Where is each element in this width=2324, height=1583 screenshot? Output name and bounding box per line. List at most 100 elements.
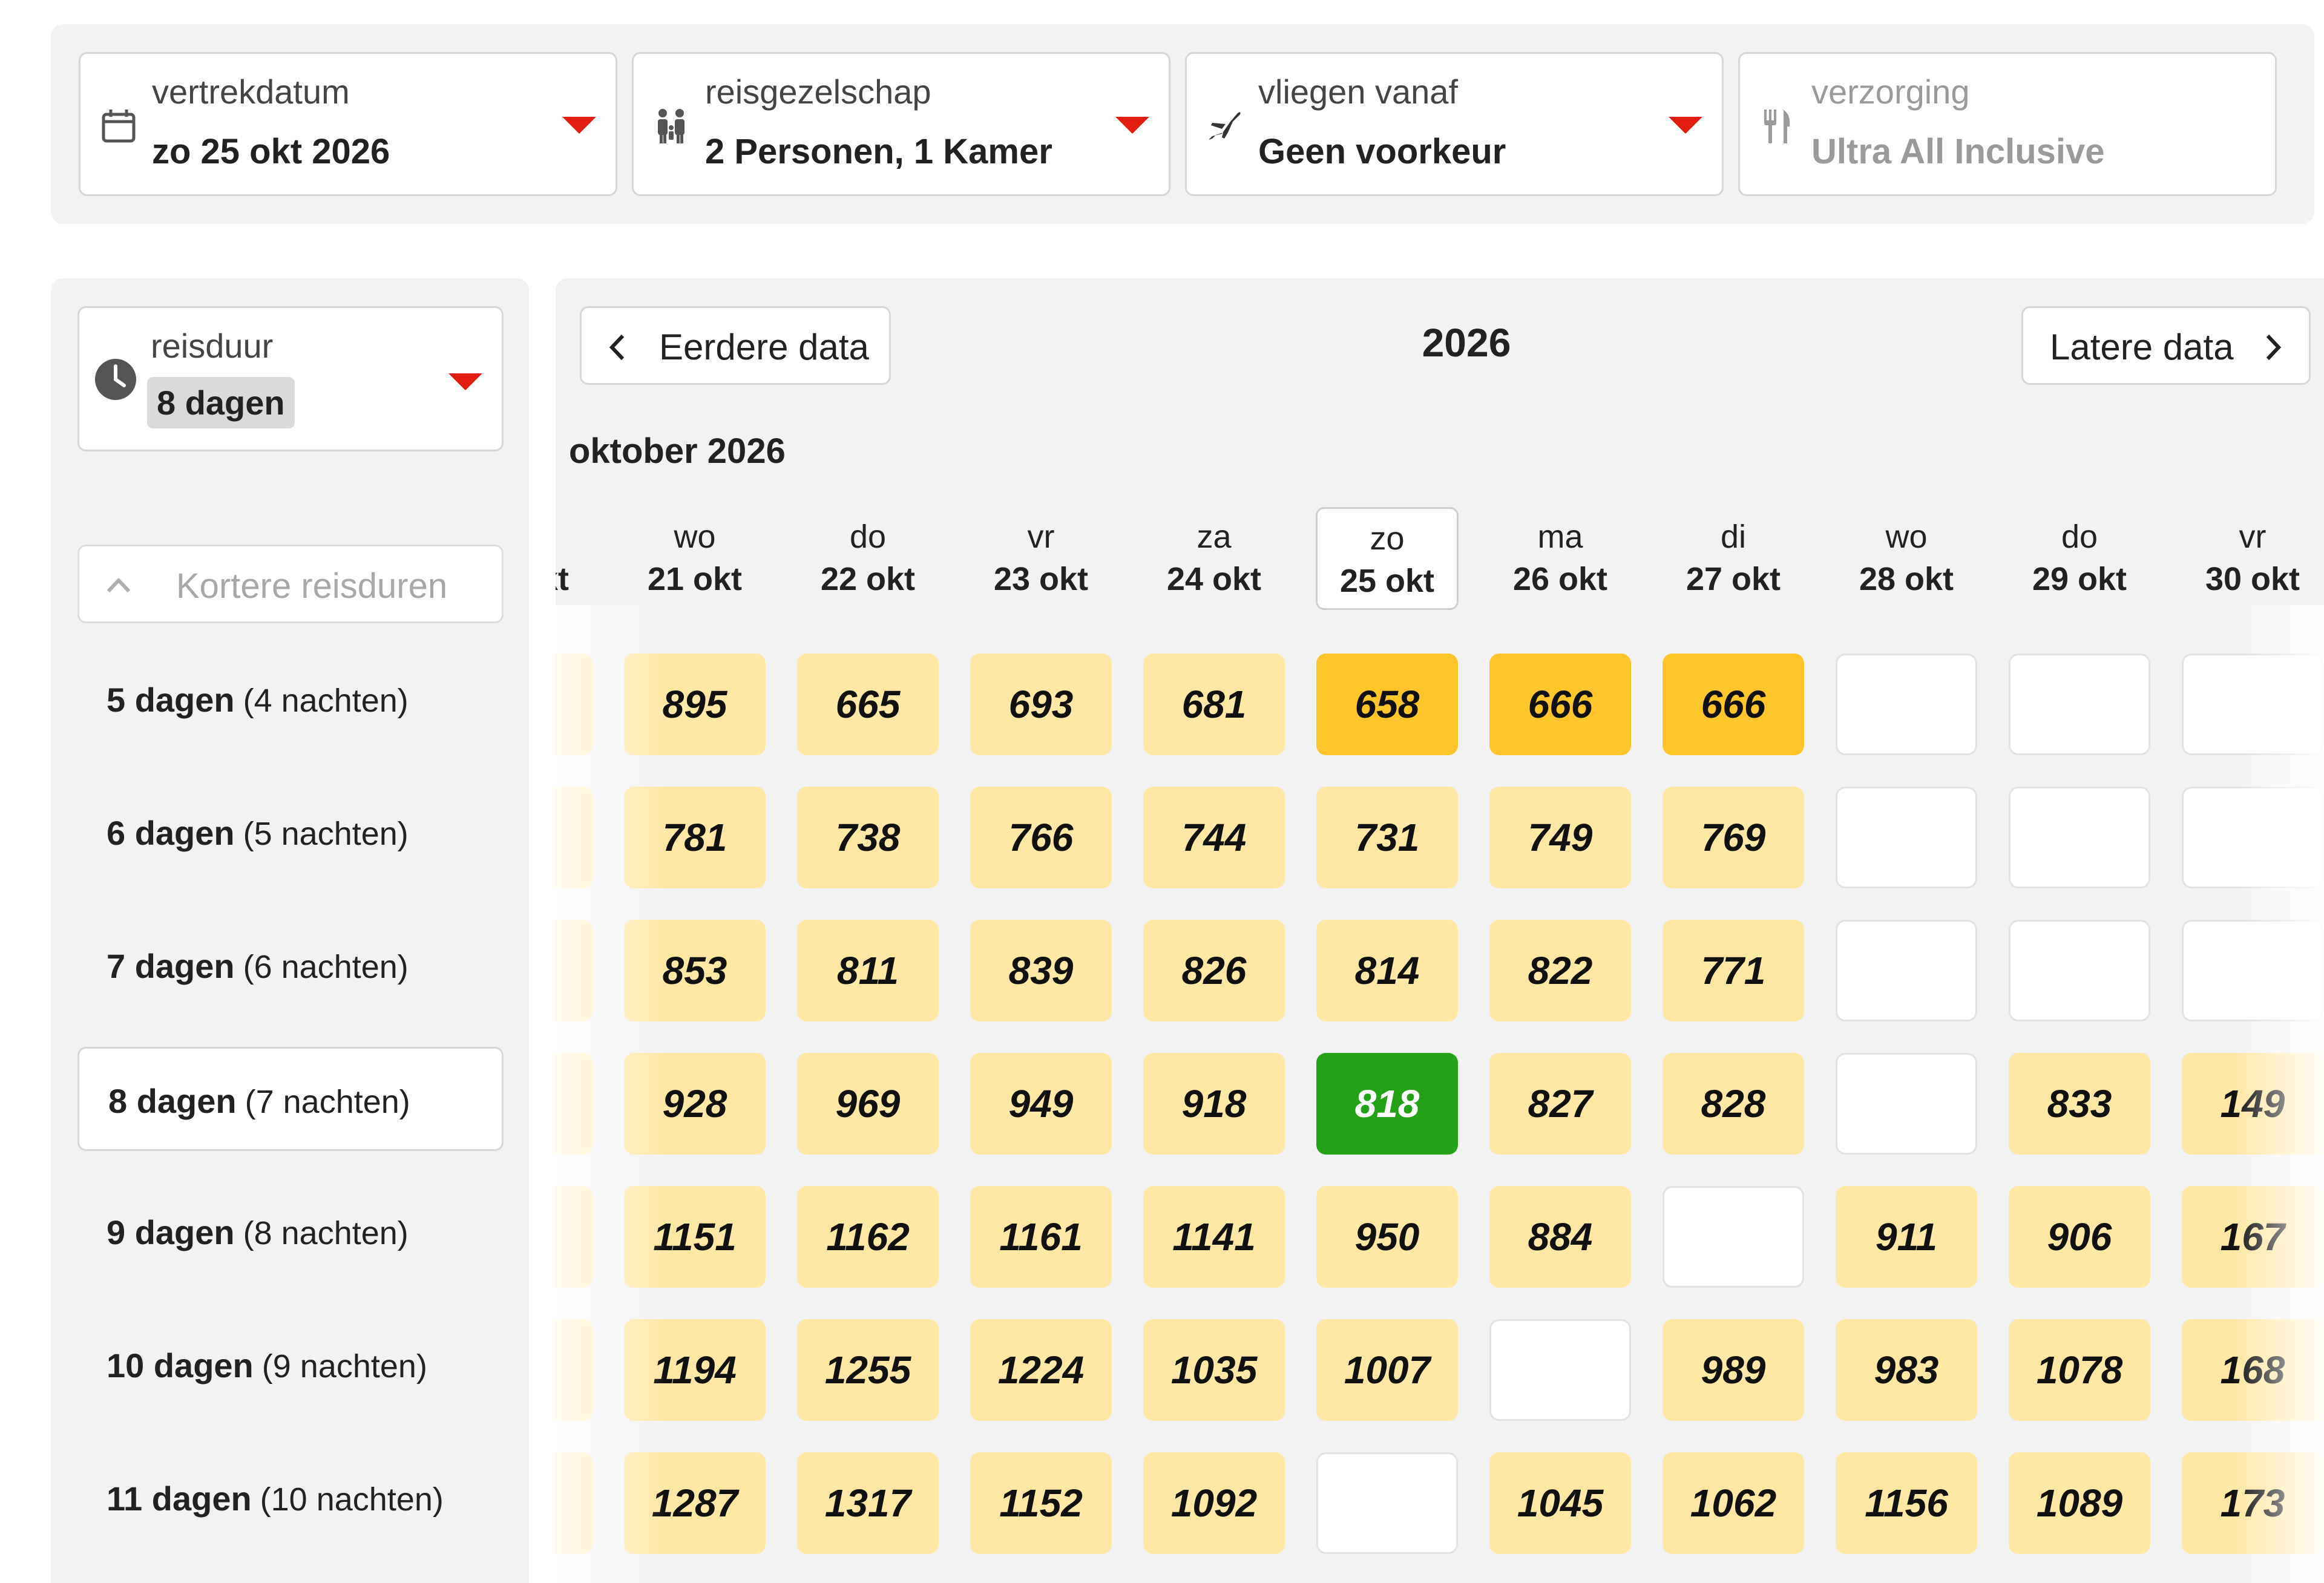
later-dates-label: Latere data <box>2050 327 2234 367</box>
price-cell[interactable]: 666 <box>1663 654 1804 755</box>
price-cell[interactable]: 666 <box>1489 654 1631 755</box>
board-type-select[interactable]: verzorging Ultra All Inclusive <box>1738 52 2277 196</box>
price-cell[interactable]: 35 <box>556 1186 592 1288</box>
day-column-header[interactable]: vr 30 okt <box>2181 507 2324 610</box>
price-cell[interactable]: 833 <box>2009 1053 2150 1155</box>
duration-days: 9 dagen <box>107 1213 235 1251</box>
price-cell[interactable]: 731 <box>1316 787 1458 888</box>
plane-icon <box>1209 112 1241 140</box>
price-cell[interactable]: 1092 <box>1143 1452 1285 1554</box>
calendar-icon <box>102 110 136 143</box>
departure-date-value: zo 25 okt 2026 <box>152 132 390 171</box>
price-cell[interactable]: 1224 <box>970 1319 1112 1421</box>
price-cell[interactable]: 39 <box>556 1053 592 1155</box>
price-cell[interactable]: 1007 <box>1316 1319 1458 1421</box>
price-cell[interactable]: 81 <box>556 787 592 888</box>
day-column-header[interactable]: wo 21 okt <box>623 507 766 610</box>
price-cell[interactable]: 818 <box>1316 1053 1458 1155</box>
price-cell[interactable]: 1255 <box>797 1319 939 1421</box>
date-label: 20 okt <box>556 561 570 597</box>
price-cell[interactable]: 665 <box>797 654 939 755</box>
duration-option[interactable]: 10 dagen (9 nachten) <box>77 1313 504 1417</box>
later-dates-button[interactable]: Latere data <box>2021 306 2311 385</box>
price-cell[interactable]: 1141 <box>1143 1186 1285 1288</box>
price-cell[interactable]: 983 <box>1836 1319 1977 1421</box>
price-cell[interactable]: 911 <box>1836 1186 1977 1288</box>
price-cell[interactable]: 771 <box>1663 920 1804 1021</box>
price-cell[interactable]: 826 <box>1143 920 1285 1021</box>
chevron-down-icon <box>448 373 482 390</box>
price-cell[interactable]: 1151 <box>624 1186 766 1288</box>
price-cell[interactable]: 1317 <box>797 1452 939 1554</box>
price-cell[interactable]: 827 <box>1489 1053 1631 1155</box>
price-cell[interactable]: 693 <box>970 654 1112 755</box>
price-cell[interactable]: 1194 <box>624 1319 766 1421</box>
duration-option[interactable]: 7 dagen (6 nachten) <box>77 914 504 1018</box>
price-cell[interactable]: 906 <box>2009 1186 2150 1288</box>
price-cell[interactable]: 766 <box>970 787 1112 888</box>
earlier-dates-button[interactable]: Eerdere data <box>580 306 891 385</box>
weekday-label: di <box>1720 519 1747 555</box>
price-cell[interactable]: 658 <box>1316 654 1458 755</box>
price-cell[interactable]: 749 <box>1489 787 1631 888</box>
shorter-durations-button[interactable]: Kortere reisduren <box>77 545 504 623</box>
price-cell[interactable]: 1287 <box>624 1452 766 1554</box>
price-cell[interactable]: 57 <box>556 1452 592 1554</box>
duration-option[interactable]: 11 dagen (10 nachten) <box>77 1446 504 1550</box>
price-cell[interactable]: 781 <box>624 787 766 888</box>
duration-option[interactable]: 6 dagen (5 nachten) <box>77 781 504 885</box>
price-cell[interactable]: 895 <box>624 654 766 755</box>
price-cell[interactable]: 744 <box>1143 787 1285 888</box>
price-cell[interactable]: 76 <box>556 920 592 1021</box>
price-cell[interactable]: 918 <box>1143 1053 1285 1155</box>
price-cell[interactable]: 1045 <box>1489 1452 1631 1554</box>
price-cell[interactable]: 1152 <box>970 1452 1112 1554</box>
price-calendar: Eerdere data 2026 Latere data oktober 20… <box>556 278 2324 1583</box>
price-cell[interactable]: 928 <box>624 1053 766 1155</box>
departure-airport-select[interactable]: vliegen vanaf Geen voorkeur <box>1185 52 1724 196</box>
duration-option[interactable]: 9 dagen (8 nachten) <box>77 1180 504 1284</box>
price-cell[interactable]: 822 <box>1489 920 1631 1021</box>
price-cell[interactable]: 1161 <box>970 1186 1112 1288</box>
price-cell[interactable]: 1156 <box>1836 1452 1977 1554</box>
price-cell[interactable]: 1162 <box>797 1186 939 1288</box>
day-column-header[interactable]: zo 25 okt <box>1316 507 1459 610</box>
price-cell[interactable]: 811 <box>797 920 939 1021</box>
price-cell[interactable]: 1062 <box>1663 1452 1804 1554</box>
price-cell[interactable]: 884 <box>1489 1186 1631 1288</box>
price-cell[interactable]: 167 <box>2182 1186 2323 1288</box>
price-cell[interactable]: 814 <box>1316 920 1458 1021</box>
price-cell[interactable]: 1035 <box>1143 1319 1285 1421</box>
price-cell[interactable]: 853 <box>624 920 766 1021</box>
day-column-header[interactable]: ma 26 okt <box>1489 507 1632 610</box>
price-cell[interactable]: 149 <box>2182 1053 2323 1155</box>
price-cell[interactable]: 53 <box>556 1319 592 1421</box>
day-column-header[interactable]: do 22 okt <box>796 507 939 610</box>
price-cell[interactable]: 1089 <box>2009 1452 2150 1554</box>
day-column-header[interactable]: za 24 okt <box>1143 507 1285 610</box>
price-cell[interactable]: 839 <box>970 920 1112 1021</box>
day-column-header[interactable]: di 20 okt <box>556 507 593 610</box>
price-cell[interactable]: 1078 <box>2009 1319 2150 1421</box>
day-column-header[interactable]: wo 28 okt <box>1835 507 1978 610</box>
price-cell[interactable]: 681 <box>1143 654 1285 755</box>
price-cell[interactable]: 989 <box>1663 1319 1804 1421</box>
date-label: 21 okt <box>647 561 743 597</box>
travel-party-select[interactable]: reisgezelschap 2 Personen, 1 Kamer <box>632 52 1170 196</box>
price-cell[interactable]: 828 <box>1663 1053 1804 1155</box>
departure-date-select[interactable]: vertrekdatum zo 25 okt 2026 <box>79 52 617 196</box>
day-column-header[interactable]: do 29 okt <box>2008 507 2151 610</box>
price-cell[interactable]: 969 <box>797 1053 939 1155</box>
price-cell[interactable]: 769 <box>1663 787 1804 888</box>
day-column-header[interactable]: di 27 okt <box>1662 507 1805 610</box>
price-cell[interactable]: 738 <box>797 787 939 888</box>
duration-option[interactable]: 5 dagen (4 nachten) <box>77 647 504 752</box>
price-cell[interactable]: 173 <box>2182 1452 2323 1554</box>
day-column-header[interactable]: vr 23 okt <box>970 507 1112 610</box>
duration-select[interactable]: reisduur 8 dagen <box>77 306 504 451</box>
duration-option[interactable]: 8 dagen (7 nachten) <box>77 1047 504 1151</box>
price-cell[interactable]: 168 <box>2182 1319 2323 1421</box>
price-cell[interactable]: 949 <box>970 1053 1112 1155</box>
price-cell[interactable]: 950 <box>1316 1186 1458 1288</box>
price-cell[interactable]: 72 <box>556 654 592 755</box>
